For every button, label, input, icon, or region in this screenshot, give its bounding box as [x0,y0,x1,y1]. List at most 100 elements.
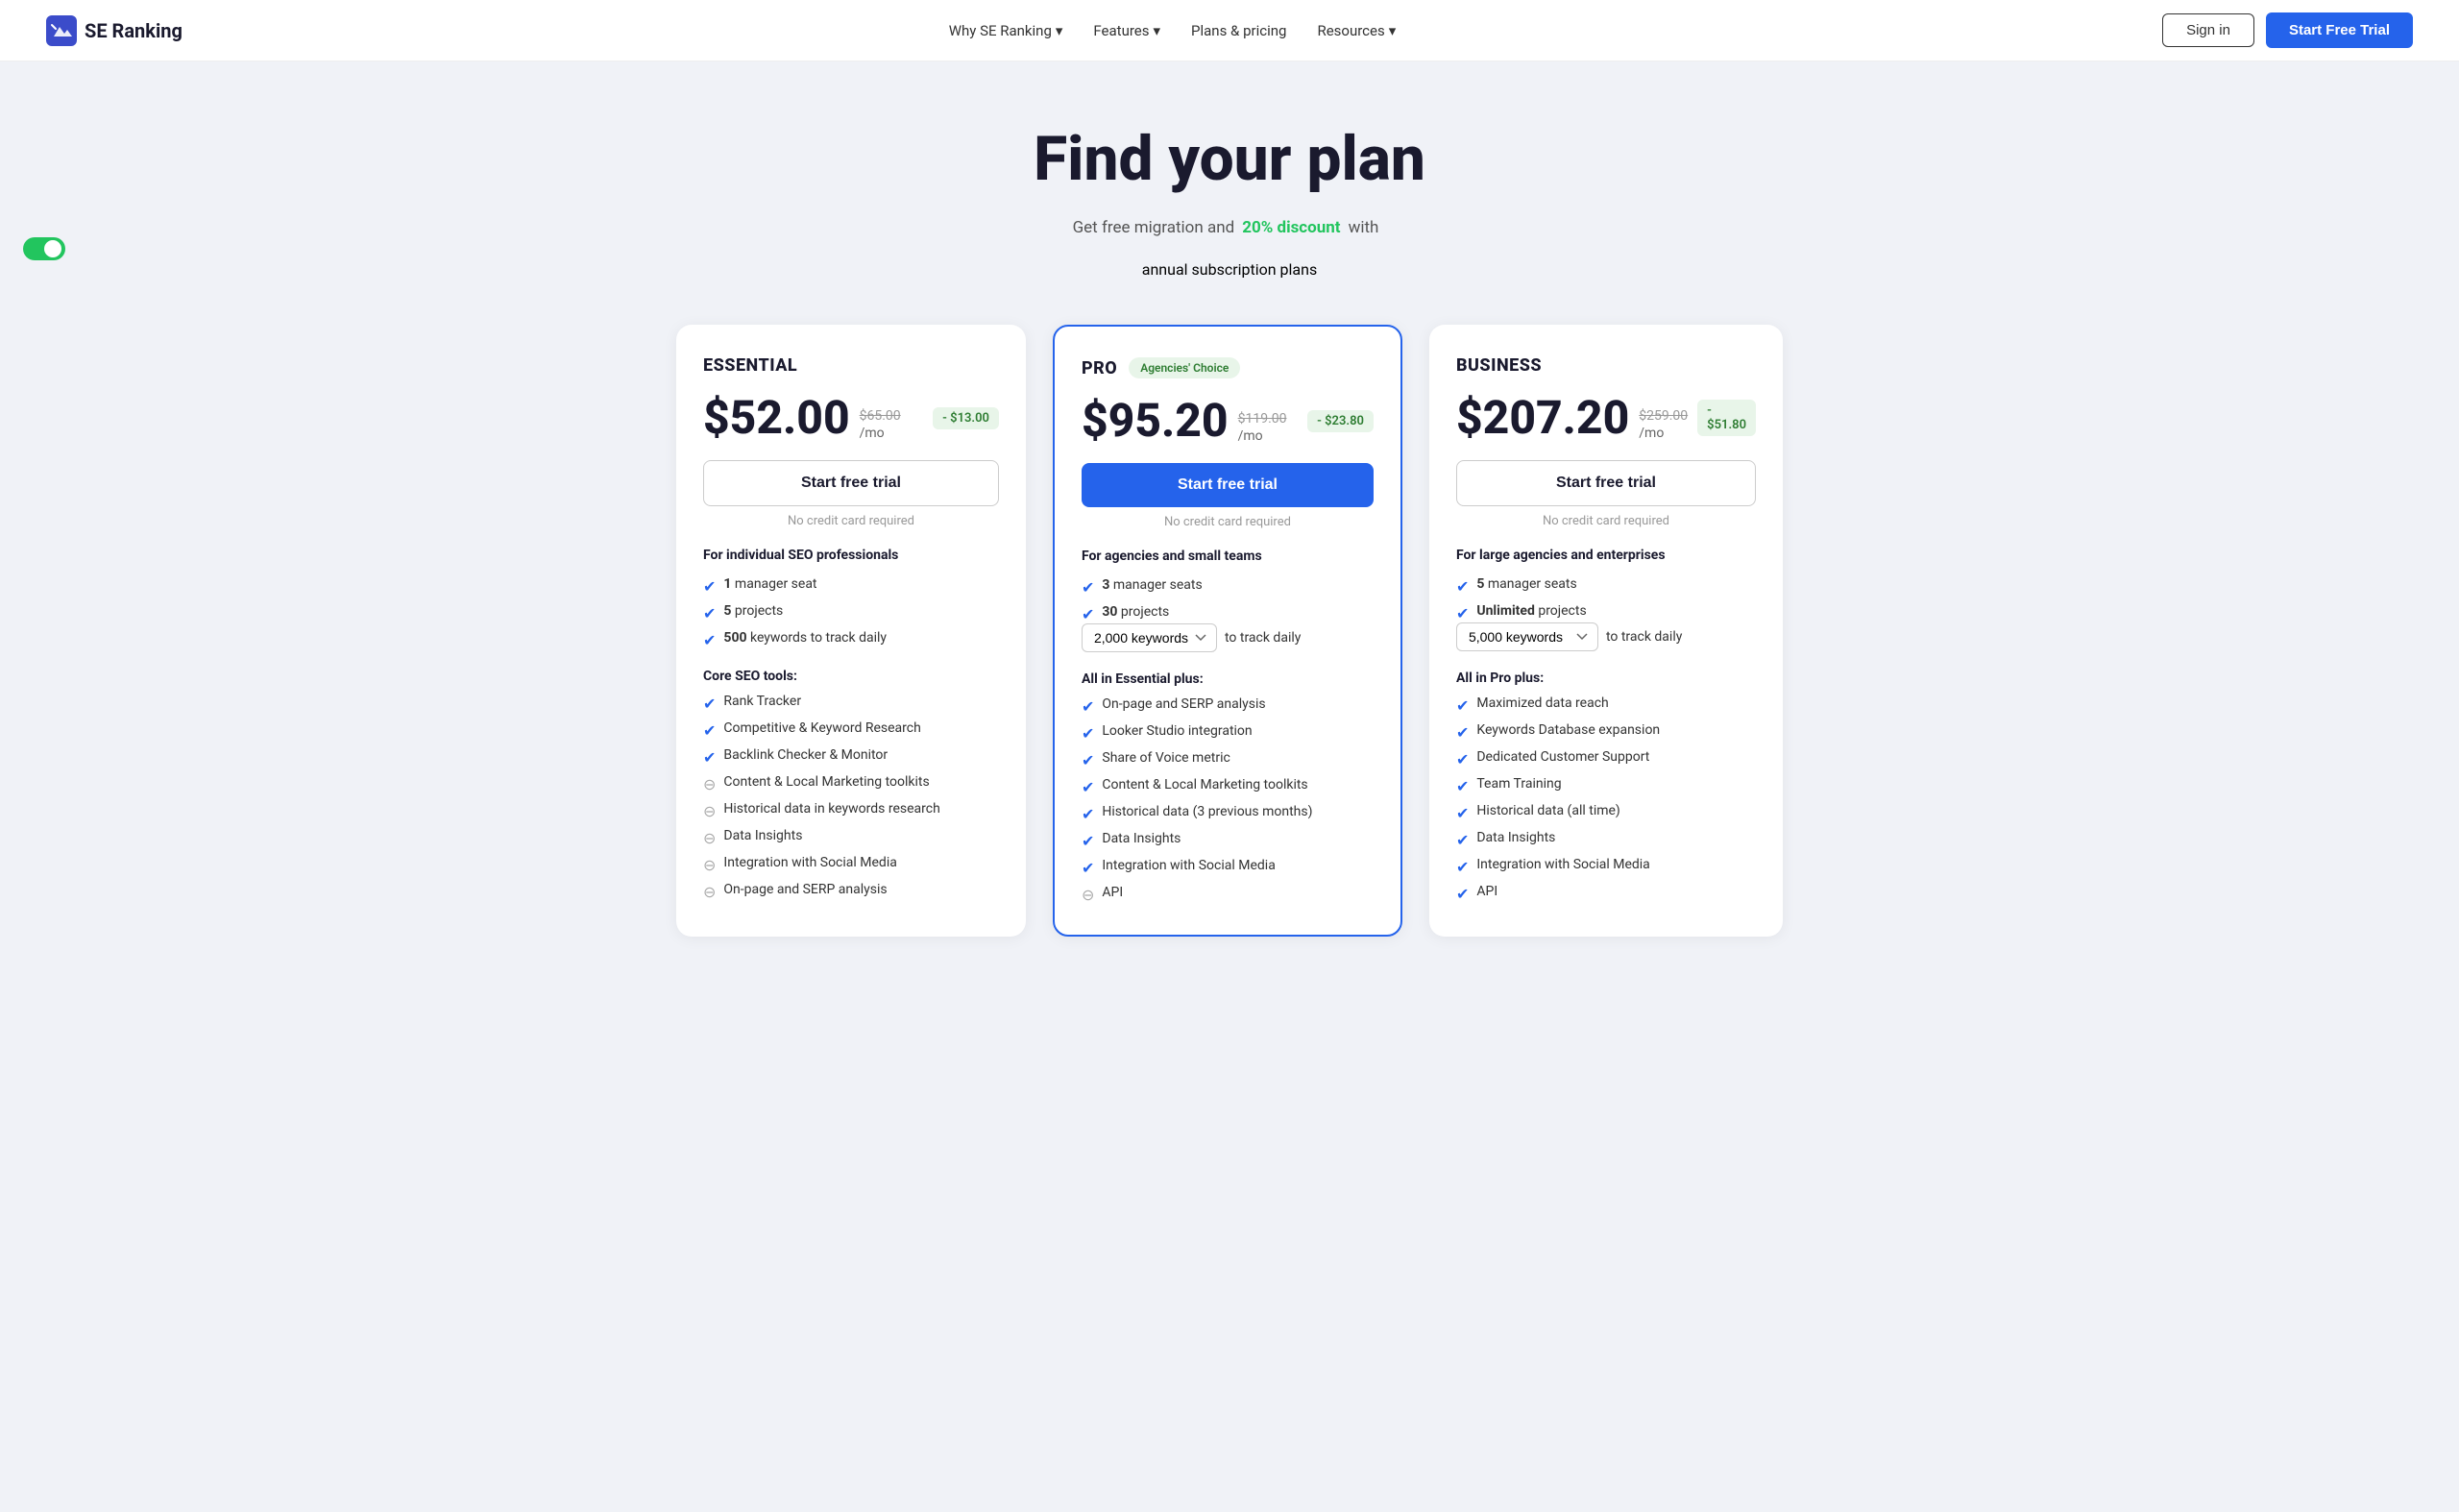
feature-item: ✔ Backlink Checker & Monitor [703,747,999,767]
minus-icon: ⊖ [703,883,716,901]
highlight-item: ✔ 500 keywords to track daily [703,630,999,649]
chevron-down-icon: ▾ [1389,22,1397,39]
nav-why-seranking[interactable]: Why SE Ranking ▾ [949,22,1063,39]
nav-links: Why SE Ranking ▾ Features ▾ Plans & pric… [949,22,1397,39]
check-icon: ✔ [1456,804,1469,822]
feature-item: ✔ Historical data (3 previous months) [1082,804,1374,823]
check-icon: ✔ [1082,697,1094,716]
plan-highlights-business: ✔ 5 manager seats ✔ Unlimited projects [1456,576,1756,622]
plan-header-pro: PRO Agencies' Choice [1082,357,1374,378]
chevron-down-icon: ▾ [1056,22,1063,39]
feature-item: ✔ API [1456,884,1756,903]
price-period-business: /mo [1639,426,1688,441]
feature-item: ✔ Competitive & Keyword Research [703,720,999,740]
trial-button-business[interactable]: Start free trial [1456,460,1756,506]
feature-item: ⊖ Historical data in keywords research [703,801,999,820]
check-icon: ✔ [1082,578,1094,597]
feature-item: ✔ Integration with Social Media [1082,858,1374,877]
check-icon: ✔ [1456,723,1469,742]
price-period-pro: /mo [1238,428,1287,444]
minus-icon: ⊖ [703,802,716,820]
feature-item: ✔ Rank Tracker [703,694,999,713]
plan-name-business: BUSINESS [1456,355,1542,376]
annual-toggle[interactable] [23,237,65,260]
feature-item: ✔ Keywords Database expansion [1456,722,1756,742]
no-cc-business: No credit card required [1456,514,1756,528]
logo[interactable]: SE Ranking [46,15,183,46]
chevron-down-icon: ▾ [1153,22,1160,39]
feature-item: ✔ Share of Voice metric [1082,750,1374,769]
feature-item: ✔ Data Insights [1456,830,1756,849]
price-savings-pro: - $23.80 [1307,410,1374,432]
nav-plans-pricing[interactable]: Plans & pricing [1191,22,1286,39]
no-cc-essential: No credit card required [703,514,999,528]
plan-card-business: BUSINESS $207.20 $259.00 /mo - $51.80 St… [1429,325,1783,937]
price-period-essential: /mo [860,426,901,441]
plan-highlights-pro: ✔ 3 manager seats ✔ 30 projects [1082,577,1374,623]
check-icon: ✔ [1082,778,1094,796]
highlight-item: ✔ 3 manager seats [1082,577,1374,597]
minus-icon: ⊖ [1082,886,1094,904]
logo-icon [46,15,77,46]
features-list-business: ✔ Maximized data reach ✔ Keywords Databa… [1456,695,1756,903]
check-icon: ✔ [703,604,716,622]
trial-button-pro[interactable]: Start free trial [1082,463,1374,507]
check-icon: ✔ [1456,885,1469,903]
check-icon: ✔ [1456,577,1469,596]
check-icon: ✔ [1082,859,1094,877]
price-savings-essential: - $13.00 [933,407,999,429]
keyword-select-pro[interactable]: 500 keywords1,000 keywords2,000 keywords… [1082,623,1217,652]
check-icon: ✔ [703,721,716,740]
check-icon: ✔ [703,695,716,713]
price-main-pro: $95.20 [1082,398,1229,444]
price-row-essential: $52.00 $65.00 /mo - $13.00 [703,395,999,441]
feature-item: ✔ Dedicated Customer Support [1456,749,1756,768]
feature-item: ✔ Looker Studio integration [1082,723,1374,743]
signin-button[interactable]: Sign in [2162,13,2254,47]
check-icon: ✔ [1082,805,1094,823]
nav-features[interactable]: Features ▾ [1093,22,1160,39]
feature-item: ✔ Team Training [1456,776,1756,795]
plan-tagline-pro: For agencies and small teams [1082,549,1374,564]
start-free-trial-button[interactable]: Start Free Trial [2266,12,2413,48]
check-icon: ✔ [703,577,716,596]
feature-item: ✔ Maximized data reach [1456,695,1756,715]
keyword-suffix-business: to track daily [1606,629,1682,645]
highlight-item: ✔ 1 manager seat [703,576,999,596]
price-row-business: $207.20 $259.00 /mo - $51.80 [1456,395,1756,441]
hero-subtitle: Get free migration and 20% discount with [23,218,2436,237]
plans-grid: ESSENTIAL $52.00 $65.00 /mo - $13.00 Sta… [653,325,1806,998]
feature-item: ✔ Data Insights [1082,831,1374,850]
keyword-row-business: 2,000 keywords5,000 keywords10,000 keywo… [1456,622,1756,651]
plan-tagline-essential: For individual SEO professionals [703,548,999,563]
nav-resources[interactable]: Resources ▾ [1317,22,1396,39]
check-icon: ✔ [703,631,716,649]
plan-highlights-essential: ✔ 1 manager seat ✔ 5 projects ✔ 500 keyw… [703,576,999,649]
discount-text: 20% discount [1242,218,1340,237]
feature-item: ✔ Integration with Social Media [1456,857,1756,876]
minus-icon: ⊖ [703,829,716,847]
check-icon: ✔ [1456,604,1469,622]
price-original-pro: $119.00 [1238,411,1287,427]
trial-button-essential[interactable]: Start free trial [703,460,999,506]
check-icon: ✔ [1456,777,1469,795]
keyword-row-pro: 500 keywords1,000 keywords2,000 keywords… [1082,623,1374,652]
section-label-pro: All in Essential plus: [1082,671,1374,687]
feature-item: ⊖ On-page and SERP analysis [703,882,999,901]
price-savings-business: - $51.80 [1697,400,1756,436]
keyword-select-business[interactable]: 2,000 keywords5,000 keywords10,000 keywo… [1456,622,1598,651]
highlight-item: ✔ 5 projects [703,603,999,622]
feature-item: ✔ Historical data (all time) [1456,803,1756,822]
price-original-business: $259.00 [1639,408,1688,424]
plan-header-essential: ESSENTIAL [703,355,999,376]
plan-card-essential: ESSENTIAL $52.00 $65.00 /mo - $13.00 Sta… [676,325,1026,937]
price-row-pro: $95.20 $119.00 /mo - $23.80 [1082,398,1374,444]
plan-card-pro: PRO Agencies' Choice $95.20 $119.00 /mo … [1053,325,1402,937]
features-list-pro: ✔ On-page and SERP analysis ✔ Looker Stu… [1082,696,1374,904]
feature-item: ⊖ Data Insights [703,828,999,847]
keyword-suffix-pro: to track daily [1225,630,1301,646]
feature-item: ✔ On-page and SERP analysis [1082,696,1374,716]
check-icon: ✔ [1456,831,1469,849]
check-icon: ✔ [1456,696,1469,715]
price-original-essential: $65.00 [860,408,901,424]
